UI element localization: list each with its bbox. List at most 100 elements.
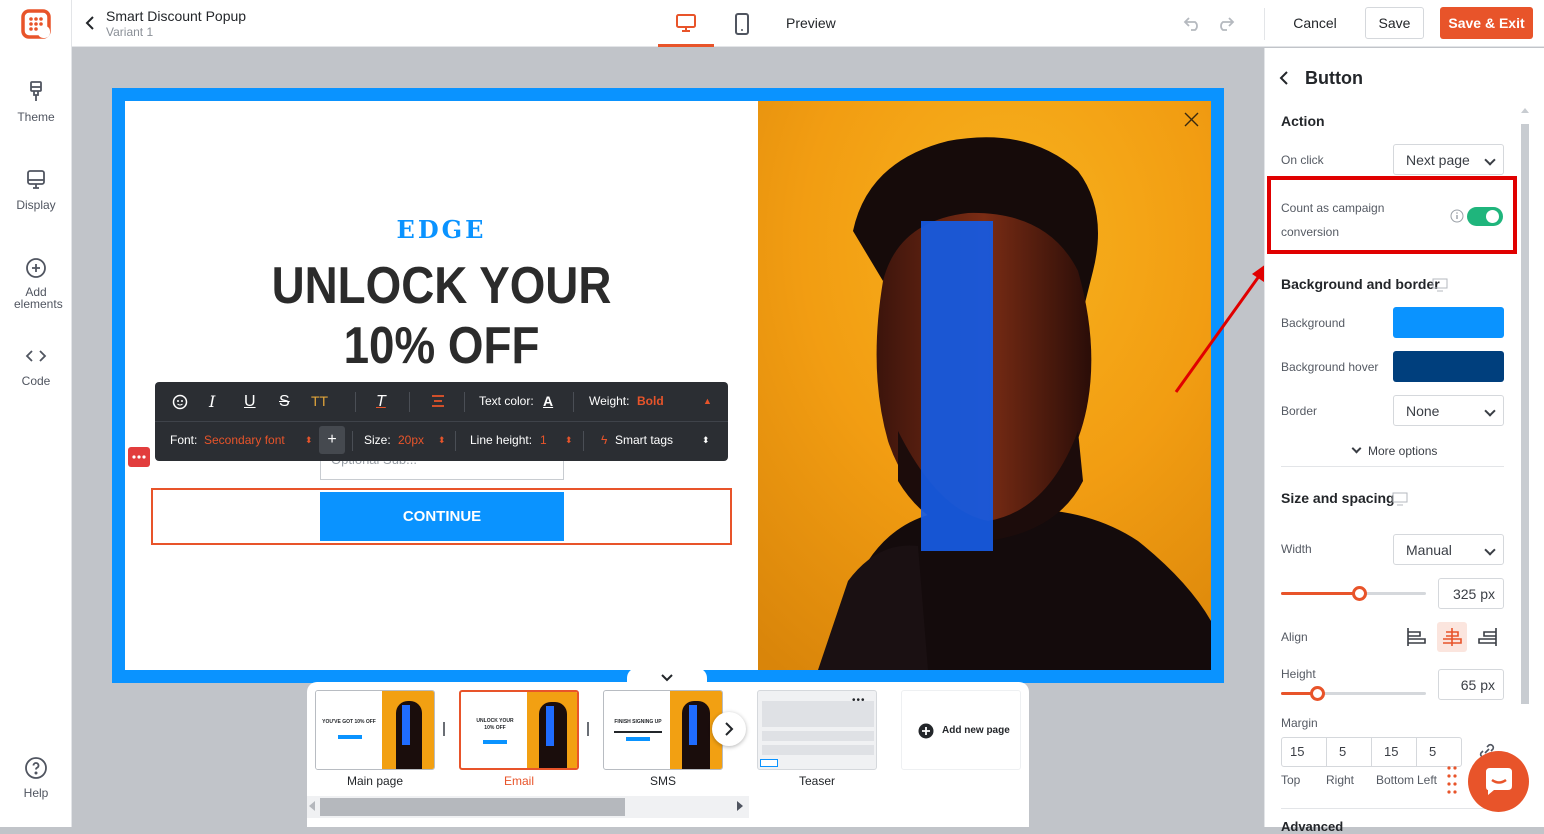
on-click-value: Next page [1406, 152, 1470, 168]
height-slider[interactable] [1281, 686, 1426, 701]
on-click-label: On click [1281, 153, 1324, 167]
desktop-icon [1432, 278, 1448, 292]
width-mode-select[interactable]: Manual [1393, 534, 1504, 565]
more-horizontal-icon[interactable]: ••• [852, 695, 866, 706]
back-icon[interactable] [84, 15, 96, 31]
align-left-icon[interactable] [1405, 626, 1427, 648]
headline-line-1: UNLOCK YOUR [271, 257, 612, 315]
on-click-select[interactable]: Next page [1393, 144, 1504, 175]
width-slider[interactable] [1281, 586, 1426, 601]
portrait-photo [758, 101, 1211, 670]
scrollbar-thumb[interactable] [320, 798, 625, 816]
updown-icon[interactable]: ⬍ [438, 421, 446, 460]
preview-button[interactable]: Preview [786, 15, 836, 31]
sidebar-item-help[interactable]: Help [0, 756, 72, 800]
element-options-button[interactable] [128, 447, 150, 467]
margin-label: Margin [1281, 716, 1318, 730]
slider-knob[interactable] [1310, 686, 1326, 701]
page-thumb-email[interactable]: UNLOCK YOUR 10% OFF [459, 690, 579, 770]
scroll-up-icon[interactable] [1521, 108, 1529, 113]
thumb-headline: FINISH SIGNING UP [614, 719, 662, 725]
popup-hero-image[interactable] [758, 101, 1211, 670]
size-label: Size: [364, 433, 391, 447]
mobile-view-icon[interactable] [734, 13, 750, 35]
smart-tags-select[interactable]: Smart tags [615, 421, 673, 460]
margin-bottom-input[interactable]: 15 [1372, 738, 1417, 766]
updown-icon[interactable]: ⬍ [702, 421, 710, 460]
margin-right-input[interactable]: 5 [1327, 738, 1372, 766]
underline-icon[interactable]: U [244, 382, 256, 421]
margin-top-input[interactable]: 15 [1282, 738, 1327, 766]
align-center-icon[interactable] [430, 394, 446, 408]
scroll-right-icon[interactable] [737, 801, 743, 811]
page-label: Teaser [798, 774, 836, 788]
info-icon[interactable] [1450, 209, 1464, 223]
updown-icon[interactable]: ⬍ [305, 421, 313, 460]
thumbs-next-button[interactable] [712, 712, 746, 746]
app-logo-icon[interactable] [20, 8, 52, 40]
cancel-button[interactable]: Cancel [1280, 7, 1350, 39]
background-hover-color-swatch[interactable] [1393, 351, 1504, 382]
clear-format-icon[interactable]: T [376, 382, 386, 421]
width-input[interactable]: 325 px [1438, 578, 1504, 609]
thumb-block [762, 731, 874, 741]
collapse-tab[interactable] [627, 668, 707, 688]
drag-handle-icon[interactable] [1447, 764, 1457, 800]
sidebar-item-theme[interactable]: Theme [0, 80, 72, 124]
font-select[interactable]: Secondary font [204, 421, 285, 460]
brand-logo-text[interactable]: EDGE [125, 215, 758, 244]
height-input[interactable]: 65 px [1438, 669, 1504, 700]
save-button[interactable]: Save [1365, 7, 1424, 39]
add-new-page-button[interactable]: Add new page [901, 690, 1021, 770]
text-color-swatch[interactable]: A [543, 382, 553, 421]
lightning-icon: ϟ [601, 433, 608, 447]
emoji-icon[interactable] [172, 394, 188, 410]
align-center-button[interactable] [1437, 622, 1467, 652]
close-icon[interactable] [1184, 112, 1199, 127]
page-label: Email [503, 774, 534, 788]
sidebar-item-add-elements[interactable]: Add elements [0, 256, 72, 310]
weight-select[interactable]: Bold [637, 382, 664, 421]
strikethrough-icon[interactable]: S [279, 382, 290, 421]
border-select[interactable]: None [1393, 395, 1504, 426]
thumbs-scrollbar[interactable] [307, 796, 749, 818]
page-thumb-main[interactable]: YOU'VE GOT 10% OFF [315, 690, 435, 770]
desktop-view-button[interactable] [658, 0, 714, 47]
sidebar-item-label: Theme [17, 110, 55, 124]
size-select[interactable]: 20px [398, 421, 424, 460]
save-exit-button[interactable]: Save & Exit [1440, 7, 1533, 39]
page-thumbnails-bar: YOU'VE GOT 10% OFF Main page UNLOCK YOUR… [307, 668, 1029, 827]
undo-icon[interactable] [1183, 15, 1203, 31]
continue-button[interactable]: CONTINUE [320, 492, 564, 541]
panel-back-icon[interactable] [1279, 70, 1289, 86]
border-value: None [1406, 403, 1440, 419]
conversion-toggle[interactable] [1467, 207, 1503, 226]
align-right-icon[interactable] [1477, 626, 1499, 648]
updown-icon[interactable]: ⬍ [565, 421, 573, 460]
height-label: Height [1281, 667, 1316, 681]
panel-scrollbar[interactable] [1521, 108, 1529, 708]
text-transform-icon[interactable]: TT [311, 382, 328, 421]
page-thumb-sms[interactable]: FINISH SIGNING UP [603, 690, 723, 770]
slider-knob[interactable] [1352, 586, 1368, 601]
more-options-link[interactable]: More options [1351, 443, 1437, 458]
thumb-button [483, 740, 507, 744]
thumb-light [402, 705, 410, 745]
italic-icon[interactable]: I [209, 382, 215, 421]
background-color-swatch[interactable] [1393, 307, 1504, 338]
add-font-button[interactable]: + [319, 426, 345, 454]
sidebar-item-display[interactable]: Display [0, 168, 72, 212]
background-hover-label: Background hover [1281, 360, 1379, 374]
sidebar-item-code[interactable]: Code [0, 344, 72, 388]
desktop-icon [1392, 492, 1408, 506]
margin-left-input[interactable]: 5 [1417, 738, 1462, 766]
popup-headline[interactable]: UNLOCK YOUR 10% OFF [163, 256, 720, 376]
page-thumb-teaser[interactable]: ••• [757, 690, 877, 770]
scrollbar-thumb[interactable] [1521, 124, 1529, 704]
scroll-left-icon[interactable] [309, 801, 315, 811]
chat-support-button[interactable] [1468, 751, 1529, 812]
redo-icon[interactable] [1215, 15, 1235, 31]
chat-icon [1486, 768, 1512, 795]
line-height-select[interactable]: 1 [540, 421, 547, 460]
updown-icon[interactable]: ▲ [703, 382, 712, 421]
